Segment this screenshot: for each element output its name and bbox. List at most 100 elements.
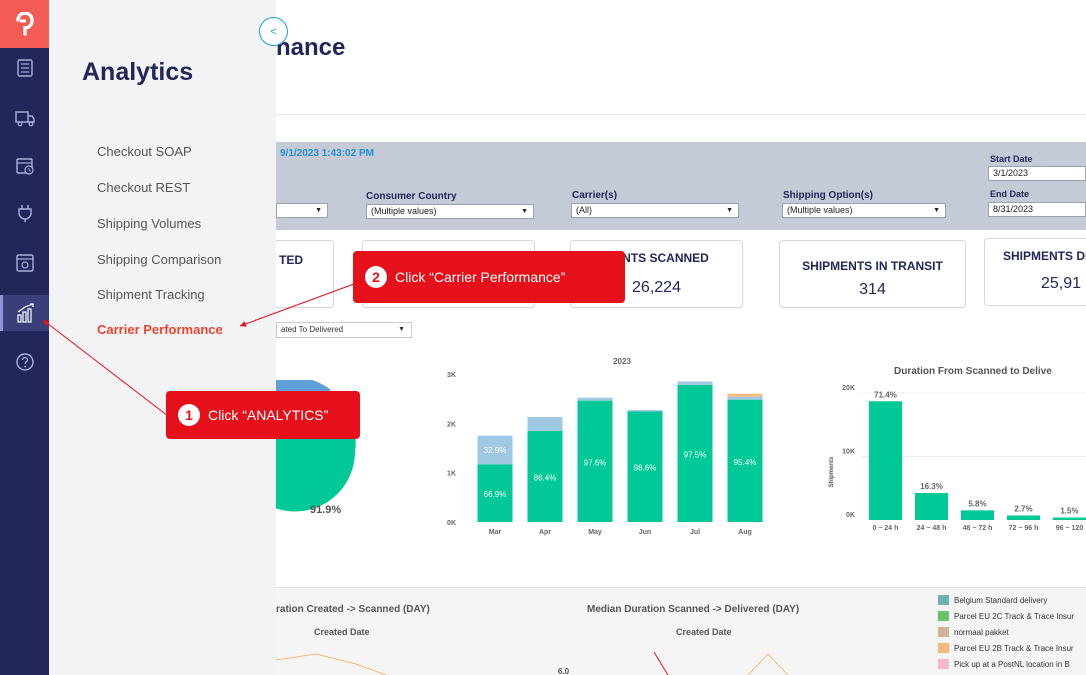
bar-data-label: 86.4%: [534, 473, 557, 482]
bar-segment: [727, 393, 763, 397]
histogram-bar: [869, 401, 902, 520]
divider: [276, 114, 1086, 115]
bar-data-label: 32.9%: [484, 446, 507, 455]
histogram-bar: [1007, 515, 1040, 520]
chevron-down-icon: ▼: [933, 207, 940, 214]
country-filter-partial-select[interactable]: ▼: [276, 203, 328, 218]
bar-segment: [727, 396, 763, 400]
callout-step-number: 2: [365, 266, 387, 288]
legend-swatch: [938, 595, 949, 605]
kpi-title: TED: [279, 253, 303, 267]
shipping-option-label: Shipping Option(s): [783, 190, 873, 201]
x-tick-label: 96 ~ 120: [1056, 525, 1084, 532]
bar-data-label: 1.5%: [1060, 507, 1078, 516]
bar-data-label: 95.4%: [734, 458, 757, 467]
kpi-delivered-card: SHIPMENTS DE 25,91: [984, 238, 1086, 306]
y-tick-label: 2K: [447, 421, 456, 428]
consumer-country-label: Consumer Country: [366, 191, 457, 202]
consumer-country-select[interactable]: (Multiple values) ▼: [366, 204, 534, 219]
legend-swatch: [938, 659, 949, 669]
menu-item-checkout-soap[interactable]: Checkout SOAP: [97, 144, 192, 159]
bar-segment: [577, 397, 613, 401]
callout-step-text: Click “Carrier Performance”: [395, 269, 566, 285]
chart-title: Duration From Scanned to Delive: [894, 366, 1052, 377]
callout-step-number: 1: [178, 404, 200, 426]
bar-data-label: 97.5%: [684, 450, 707, 459]
legend-swatch: [938, 643, 949, 653]
kpi-value: 25,91: [1041, 275, 1082, 292]
kpi-value: 314: [859, 281, 886, 298]
end-date-input[interactable]: 8/31/2023: [988, 202, 1086, 217]
menu-item-shipping-comparison[interactable]: Shipping Comparison: [97, 252, 221, 267]
shipping-option-value: (Multiple values): [787, 205, 853, 215]
y-tick-label: 1K: [447, 471, 456, 478]
lower-mid-subtitle: Created Date: [676, 627, 732, 637]
bar-segment: [627, 410, 663, 412]
bar-segment: [527, 416, 563, 431]
x-tick-label: 24 ~ 48 h: [917, 525, 947, 532]
x-tick-label: Aug: [738, 529, 752, 536]
bar-data-label: 5.8%: [968, 499, 986, 508]
line-series-mid-red: [653, 651, 669, 675]
x-tick-label: 0 ~ 24 h: [873, 525, 899, 532]
lower-left-title: ration Created -> Scanned (DAY): [276, 604, 430, 615]
bar-data-label: 2.7%: [1014, 504, 1032, 513]
legend-swatch: [938, 611, 949, 621]
line-series-left: [276, 653, 387, 675]
callout-step-1: 1 Click “ANALYTICS”: [166, 391, 360, 439]
collapse-sidebar-button[interactable]: <: [259, 17, 288, 46]
legend-label: Pick up at a PostNL location in B: [954, 660, 1070, 669]
bar-segment: [677, 381, 713, 385]
legend-swatch: [938, 627, 949, 637]
bar-data-label: 66.9%: [484, 490, 507, 499]
chevron-down-icon: ▼: [315, 207, 322, 214]
legend-label: normaal pakket: [954, 628, 1009, 637]
menu-item-carrier-performance[interactable]: Carrier Performance: [97, 322, 223, 337]
x-tick-label: Jun: [639, 529, 651, 536]
refresh-timestamp: 9/1/2023 1:43:02 PM: [280, 148, 374, 159]
calendar-clock-icon[interactable]: [0, 148, 49, 184]
logo-icon[interactable]: [0, 0, 49, 48]
analytics-flyout: Analytics Checkout SOAP Checkout REST Sh…: [49, 0, 276, 675]
menu-item-shipment-tracking[interactable]: Shipment Tracking: [97, 287, 205, 302]
y-tick-label: 20K: [842, 385, 855, 392]
shipping-option-select[interactable]: (Multiple values) ▼: [782, 203, 946, 218]
carriers-select[interactable]: (All) ▼: [571, 203, 739, 218]
duration-type-select[interactable]: ated To Delivered ▼: [276, 322, 412, 338]
y-tick-label: 0K: [447, 520, 456, 527]
kpi-in-transit-card: SHIPMENTS IN TRANSIT 314: [779, 240, 966, 308]
lower-line-chart: [276, 651, 789, 675]
y-axis-label: Shipments: [829, 456, 835, 487]
chevron-down-icon: ▼: [521, 208, 528, 215]
bar-data-label: 97.6%: [584, 458, 607, 467]
monthly-bar-chart: 2023 0K 1K 2K 3K 66.9% Mar 86.4% Apr 97.6% May 98.6…: [447, 357, 763, 536]
x-tick-label: Jul: [690, 529, 700, 536]
chevron-down-icon: ▼: [726, 207, 733, 214]
truck-icon[interactable]: [0, 100, 49, 136]
histogram-bar: [915, 493, 948, 520]
menu-item-shipping-volumes[interactable]: Shipping Volumes: [97, 216, 201, 231]
carriers-value: (All): [576, 205, 592, 215]
duration-type-value: ated To Delivered: [281, 325, 344, 334]
plug-icon[interactable]: [0, 195, 49, 231]
lower-mid-title: Median Duration Scanned -> Delivered (DA…: [587, 604, 800, 615]
analytics-icon[interactable]: [0, 295, 49, 331]
start-date-input[interactable]: 3/1/2023: [988, 166, 1086, 181]
legend-label: Belgium Standard delivery: [954, 596, 1048, 605]
callout-step-2: 2 Click “Carrier Performance”: [353, 251, 625, 303]
carriers-label: Carrier(s): [572, 190, 618, 201]
menu-item-checkout-rest[interactable]: Checkout REST: [97, 180, 190, 195]
page-title: nance: [276, 34, 346, 61]
orders-icon[interactable]: [0, 50, 49, 86]
help-icon[interactable]: [0, 344, 49, 380]
flyout-title: Analytics: [82, 58, 194, 86]
kpi-title: SHIPMENTS IN TRANSIT: [802, 259, 943, 273]
kpi-title: SHIPMENTS DE: [1003, 249, 1086, 263]
consumer-country-value: (Multiple values): [371, 206, 437, 216]
chevron-down-icon: ▼: [398, 326, 405, 333]
line-series-mid-orange: [747, 653, 789, 675]
duration-bar-chart: Duration From Scanned to Delive Shipments…: [829, 366, 1086, 532]
y-tick-label: 3K: [447, 372, 456, 379]
settings-window-icon[interactable]: [0, 245, 49, 281]
chart-title: 2023: [613, 357, 631, 366]
